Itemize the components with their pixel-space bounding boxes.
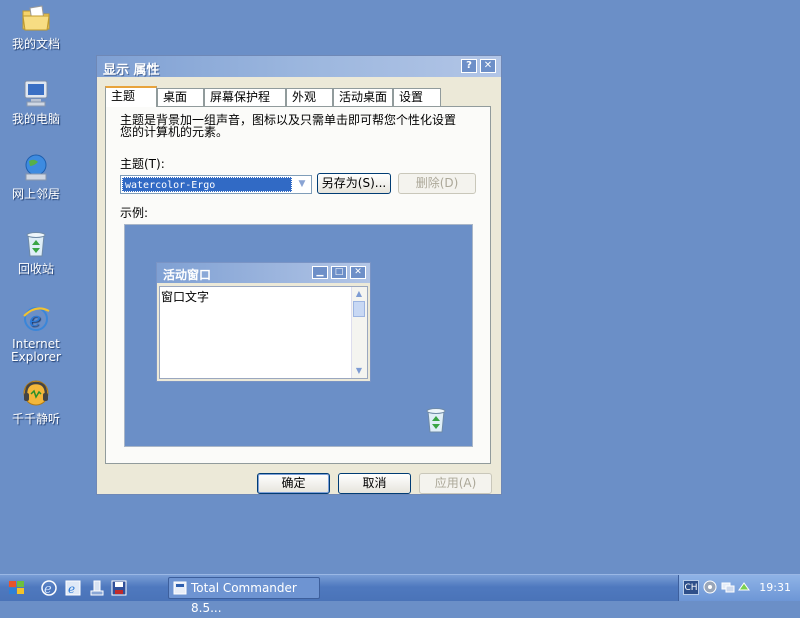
minimize-icon: ▁ [312, 266, 328, 279]
ok-button[interactable]: 确定 [257, 473, 330, 494]
theme-description: 主题是背景加一组声音，图标以及只需单击即可帮您个性化设置您的计算机的元素。 [120, 113, 457, 139]
recycle-bin-icon [26, 232, 46, 257]
theme-label: 主题(T): [120, 157, 165, 171]
desktop-icon-label: 我的文档 [11, 37, 60, 51]
preview-window-client: 窗口文字 ▲ ▼ [159, 286, 368, 379]
preview-scrollbar: ▲ ▼ [351, 287, 367, 378]
scroll-thumb [353, 301, 365, 317]
music-player-icon [23, 380, 49, 406]
save-as-button[interactable]: 另存为(S)... [317, 173, 391, 194]
network-icon [25, 154, 47, 181]
scroll-up-icon: ▲ [355, 289, 363, 298]
tab-settings[interactable]: 设置 [393, 88, 441, 106]
preview-window-titlebar: 活动窗口 ▁ □ ✕ [157, 263, 370, 283]
chevron-down-icon[interactable]: ▼ [293, 176, 311, 193]
desktop-icon-internet-explorer[interactable]: e Internet Explorer [0, 302, 72, 364]
desktop-icon-network[interactable]: 网上邻居 [0, 152, 72, 201]
close-icon: ✕ [350, 266, 366, 279]
tab-screensaver[interactable]: 屏幕保护程序 [204, 88, 286, 121]
desktop-icon-music-player[interactable]: 千千静听 [0, 377, 72, 426]
desktop-icon-recycle-bin[interactable]: 回收站 [0, 227, 72, 276]
task-label: Total Commander 8.5... [191, 581, 297, 615]
language-indicator[interactable]: CH [683, 580, 699, 595]
dialog-title: 显示 属性 [103, 63, 160, 78]
theme-combobox[interactable]: watercolor-Ergo ▼ [120, 175, 312, 194]
desktop-icon-my-computer[interactable]: 我的电脑 [0, 77, 72, 126]
desktop-icon-label: 网上邻居 [11, 187, 60, 201]
internet-explorer-icon: e [23, 307, 50, 331]
close-button[interactable]: ✕ [480, 59, 496, 73]
preview-active-window: 活动窗口 ▁ □ ✕ 窗口文字 ▲ ▼ [156, 262, 371, 382]
theme-selected-value: watercolor-Ergo [122, 177, 292, 192]
task-total-commander[interactable]: Total Commander 8.5... [168, 577, 320, 615]
apply-button[interactable]: 应用(A) [419, 473, 492, 494]
tab-appearance[interactable]: 外观 [286, 88, 333, 106]
quicklaunch-save-icon[interactable] [110, 579, 128, 597]
volume-icon[interactable] [703, 580, 717, 594]
delete-button[interactable]: 删除(D) [398, 173, 476, 194]
safely-remove-icon[interactable] [737, 580, 751, 594]
dialog-titlebar[interactable]: 显示 属性 ? ✕ [97, 56, 501, 78]
recycle-bin-icon [426, 408, 446, 433]
computer-icon [24, 80, 48, 107]
tab-themes[interactable]: 主题 [105, 86, 157, 107]
folder-documents-icon [22, 5, 50, 31]
maximize-icon: □ [331, 266, 347, 279]
svg-text:e: e [68, 582, 75, 596]
tab-active-desktop[interactable]: 活动桌面 [333, 88, 393, 106]
desktop-icon-label: 回收站 [17, 262, 54, 276]
system-tray: CH 19:31 [678, 575, 800, 601]
preview-window-title: 活动窗口 [163, 268, 212, 282]
start-button[interactable] [4, 578, 30, 598]
cancel-button[interactable]: 取消 [338, 473, 411, 494]
clock: 19:31 [759, 581, 791, 594]
quicklaunch-ie-alt-icon[interactable]: e [64, 579, 82, 597]
taskbar: e e Total Commander 8.5... CH 19:31 [0, 574, 800, 615]
svg-text:e: e [44, 582, 52, 597]
quicklaunch-tool-icon[interactable] [88, 579, 106, 597]
quicklaunch-ie-icon[interactable]: e [40, 579, 58, 597]
scroll-down-icon: ▼ [355, 366, 363, 375]
desktop-icon-label: 我的电脑 [11, 112, 60, 126]
preview-window-text: 窗口文字 [161, 290, 210, 304]
help-button[interactable]: ? [461, 59, 477, 73]
desktop-icon-label: Internet Explorer [11, 337, 61, 364]
desktop-icon-my-documents[interactable]: 我的文档 [0, 2, 72, 51]
example-label: 示例: [120, 206, 149, 220]
desktop-icon-label: 千千静听 [11, 412, 60, 426]
total-commander-icon [173, 581, 187, 595]
tab-desktop[interactable]: 桌面 [157, 88, 204, 106]
network-tray-icon[interactable] [721, 580, 735, 594]
